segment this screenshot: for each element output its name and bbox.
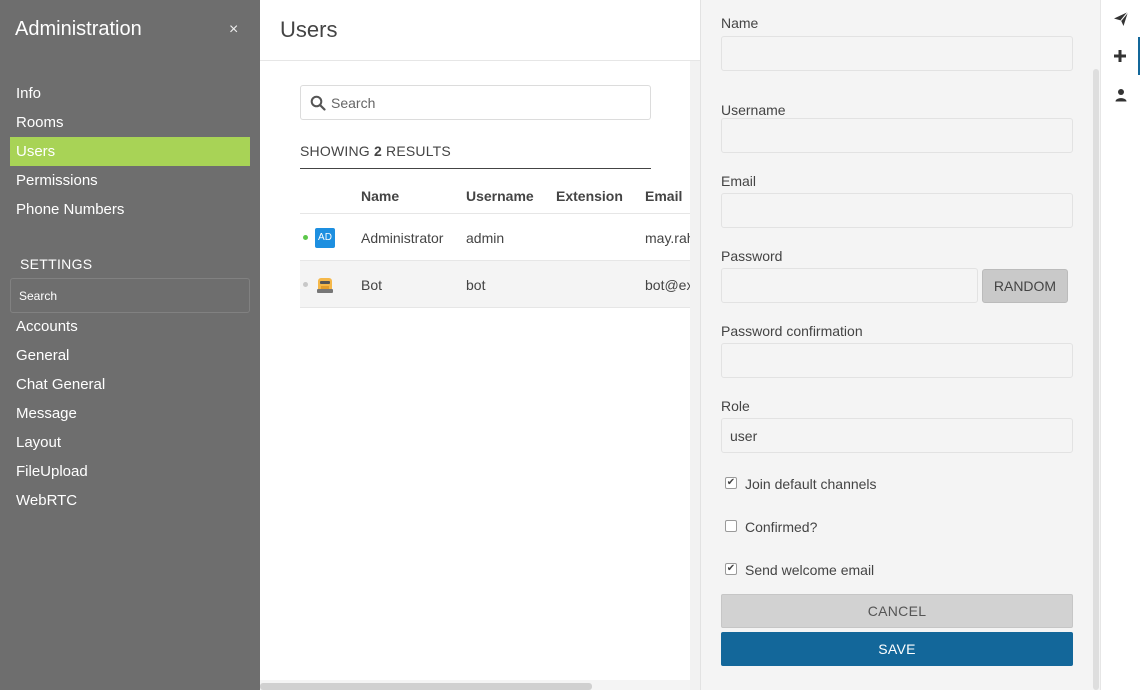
settings-item-chat-general[interactable]: Chat General bbox=[10, 370, 250, 399]
vertical-scrollbar[interactable] bbox=[690, 61, 700, 690]
settings-heading: SETTINGS bbox=[20, 256, 93, 272]
sidebar-item-permissions[interactable]: Permissions bbox=[10, 166, 250, 195]
name-label: Name bbox=[721, 15, 759, 31]
username-label: Username bbox=[721, 102, 786, 118]
close-icon[interactable]: × bbox=[229, 21, 238, 39]
settings-item-fileupload[interactable]: FileUpload bbox=[10, 457, 250, 486]
email-field[interactable] bbox=[721, 193, 1073, 228]
sidebar-item-info[interactable]: Info bbox=[10, 79, 250, 108]
users-search-input[interactable] bbox=[331, 86, 641, 119]
right-toolbar bbox=[1100, 0, 1140, 690]
random-password-button[interactable]: RANDOM bbox=[982, 269, 1068, 303]
sidebar-title: Administration bbox=[15, 18, 142, 40]
panel-scrollbar[interactable] bbox=[1093, 69, 1099, 690]
email-label: Email bbox=[721, 173, 757, 189]
password-confirmation-label: Password confirmation bbox=[721, 323, 863, 339]
cell-name: Administrator bbox=[361, 230, 444, 246]
results-count: SHOWING 2 RESULTS bbox=[300, 143, 651, 169]
join-channels-checkbox[interactable]: ✔ bbox=[725, 477, 737, 489]
confirmed-label: Confirmed? bbox=[745, 519, 818, 535]
status-online-icon bbox=[303, 235, 308, 240]
add-user-panel: Name Username Email Password RANDOM Pass… bbox=[700, 0, 1100, 690]
table-row[interactable]: AD Administrator admin may.rahman@exampl… bbox=[300, 213, 690, 260]
admin-sidebar: Administration × Info Rooms Users Permis… bbox=[0, 0, 260, 690]
settings-item-webrtc[interactable]: WebRTC bbox=[10, 486, 250, 515]
cell-email: may.rahman@example.com bbox=[645, 230, 690, 246]
user-icon[interactable] bbox=[1101, 76, 1140, 114]
results-suffix: RESULTS bbox=[386, 143, 451, 159]
settings-item-layout[interactable]: Layout bbox=[10, 428, 250, 457]
settings-item-general[interactable]: General bbox=[10, 341, 250, 370]
join-channels-label: Join default channels bbox=[745, 476, 877, 492]
plus-icon[interactable] bbox=[1101, 37, 1140, 75]
welcome-email-checkbox[interactable]: ✔ bbox=[725, 563, 737, 575]
password-label: Password bbox=[721, 248, 783, 264]
bot-avatar-icon bbox=[315, 275, 335, 295]
sidebar-item-users[interactable]: Users bbox=[10, 137, 250, 166]
page-title: Users bbox=[280, 17, 338, 42]
table-row[interactable]: Bot bot bot@example.com bbox=[300, 260, 690, 307]
sidebar-item-rooms[interactable]: Rooms bbox=[10, 108, 250, 137]
name-field[interactable] bbox=[721, 36, 1073, 71]
cell-email: bot@example.com bbox=[645, 277, 690, 293]
avatar: AD bbox=[315, 228, 335, 248]
settings-item-accounts[interactable]: Accounts bbox=[10, 312, 250, 341]
username-field[interactable] bbox=[721, 118, 1073, 153]
sidebar-item-phone-numbers[interactable]: Phone Numbers bbox=[10, 195, 250, 224]
users-search-box[interactable] bbox=[300, 85, 651, 120]
results-prefix: SHOWING bbox=[300, 143, 370, 159]
search-icon bbox=[310, 95, 326, 111]
password-field[interactable] bbox=[721, 268, 978, 303]
settings-item-message[interactable]: Message bbox=[10, 399, 250, 428]
save-button[interactable]: SAVE bbox=[721, 632, 1073, 666]
cancel-button[interactable]: CANCEL bbox=[721, 594, 1073, 628]
settings-search-input[interactable] bbox=[10, 278, 250, 313]
column-header-email[interactable]: Email bbox=[645, 188, 682, 204]
status-offline-icon bbox=[303, 282, 308, 287]
cell-username: admin bbox=[466, 230, 505, 246]
confirmed-checkbox[interactable] bbox=[725, 520, 737, 532]
role-label: Role bbox=[721, 398, 750, 414]
column-header-extension[interactable]: Extension bbox=[556, 188, 623, 204]
paper-plane-icon[interactable] bbox=[1101, 0, 1140, 38]
cell-username: bot bbox=[466, 277, 486, 293]
welcome-email-label: Send welcome email bbox=[745, 562, 875, 578]
password-confirmation-field[interactable] bbox=[721, 343, 1073, 378]
column-header-username[interactable]: Username bbox=[466, 188, 534, 204]
horizontal-scrollbar-thumb[interactable] bbox=[260, 683, 592, 690]
table-bottom-divider bbox=[300, 307, 690, 308]
role-field[interactable] bbox=[721, 418, 1073, 453]
column-header-name[interactable]: Name bbox=[361, 188, 399, 204]
cell-name: Bot bbox=[361, 277, 383, 293]
users-list-area: SHOWING 2 RESULTS Name Username Extensio… bbox=[260, 61, 690, 690]
main-header: Users bbox=[260, 0, 700, 61]
results-number: 2 bbox=[373, 143, 382, 159]
